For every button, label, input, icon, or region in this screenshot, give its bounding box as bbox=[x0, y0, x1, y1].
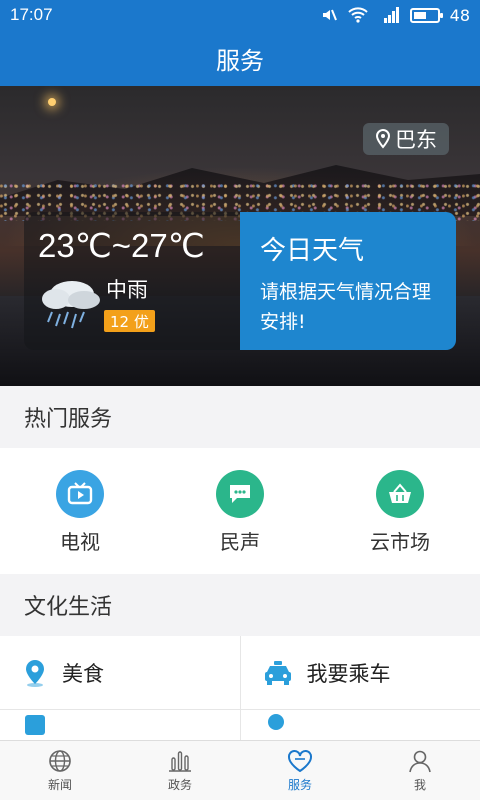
location-name: 巴东 bbox=[395, 128, 437, 152]
taxi-icon bbox=[264, 660, 291, 685]
service-cloud-market[interactable]: 云市场 bbox=[320, 448, 480, 574]
culture-item-label: 美食 bbox=[62, 661, 104, 686]
nav-services[interactable]: 服务 bbox=[240, 741, 360, 800]
section-title: 热门服务 bbox=[24, 407, 113, 432]
page-title: 服务 bbox=[216, 46, 264, 75]
partial-icon bbox=[25, 715, 45, 735]
mute-icon bbox=[322, 9, 337, 21]
weather-banner[interactable]: 巴东 23℃~27℃ 中雨 12 优 今日天气 请根据天气情况合理安排! bbox=[0, 86, 480, 386]
culture-header: 文化生活 bbox=[0, 574, 480, 636]
nav-me[interactable]: 我 bbox=[360, 741, 480, 800]
nav-news[interactable]: 新闻 bbox=[0, 741, 120, 800]
moon bbox=[48, 98, 56, 106]
battery-percent: 48 bbox=[449, 5, 470, 25]
nav-label: 服务 bbox=[287, 778, 312, 792]
weather-condition: 中雨 bbox=[106, 278, 148, 302]
status-icons: 48 bbox=[320, 6, 470, 25]
status-time: 17:07 bbox=[10, 5, 53, 24]
culture-item-hidden-right[interactable] bbox=[239, 710, 480, 740]
culture-item-ride[interactable]: 我要乘车 bbox=[239, 636, 480, 709]
heart-icon bbox=[288, 750, 312, 773]
culture-grid: 美食 我要乘车 bbox=[0, 636, 480, 740]
hot-services-header: 热门服务 bbox=[0, 386, 480, 448]
status-bar: 17:07 48 bbox=[0, 0, 480, 30]
signal-icon bbox=[383, 7, 399, 23]
today-weather-panel: 今日天气 请根据天气情况合理安排! bbox=[240, 212, 456, 350]
culture-item-hidden-left[interactable] bbox=[0, 710, 240, 740]
person-icon bbox=[409, 750, 431, 773]
today-weather-title: 今日天气 bbox=[260, 236, 365, 266]
rain-cloud-icon bbox=[42, 281, 100, 329]
page-header: 服务 bbox=[0, 30, 480, 86]
service-label: 电视 bbox=[60, 530, 100, 554]
nav-label: 新闻 bbox=[47, 778, 72, 792]
service-label: 民声 bbox=[220, 530, 260, 554]
hot-services-panel: 电视 民声 云市场 bbox=[0, 448, 480, 574]
section-title: 文化生活 bbox=[24, 595, 113, 620]
bar-chart-icon bbox=[169, 751, 191, 772]
basket-icon bbox=[376, 470, 424, 518]
weather-summary: 23℃~27℃ 中雨 12 优 bbox=[24, 212, 240, 350]
wifi-icon bbox=[347, 7, 368, 23]
aqi-badge: 12 优 bbox=[104, 310, 155, 332]
bottom-nav: 新闻 政务 服务 我 bbox=[0, 740, 480, 800]
tv-icon bbox=[56, 470, 104, 518]
partial-icon bbox=[267, 714, 284, 730]
location-pin-icon bbox=[375, 129, 391, 149]
battery-icon bbox=[409, 7, 443, 23]
location-tag[interactable]: 巴东 bbox=[363, 123, 449, 155]
globe-icon bbox=[49, 750, 71, 772]
service-voice[interactable]: 民声 bbox=[160, 448, 320, 574]
nav-label: 政务 bbox=[167, 778, 192, 792]
chat-icon bbox=[216, 470, 264, 518]
service-tv[interactable]: 电视 bbox=[0, 448, 160, 574]
nav-government[interactable]: 政务 bbox=[120, 741, 240, 800]
culture-item-food[interactable]: 美食 bbox=[0, 636, 240, 709]
nav-label: 我 bbox=[413, 778, 426, 792]
temperature-range: 23℃~27℃ bbox=[38, 227, 205, 264]
culture-row: 美食 我要乘车 bbox=[0, 636, 480, 710]
culture-row-partial bbox=[0, 710, 480, 740]
location-pin-icon bbox=[26, 659, 44, 687]
weather-advice: 请根据天气情况合理安排! bbox=[260, 281, 432, 333]
culture-item-label: 我要乘车 bbox=[306, 661, 391, 686]
weather-card[interactable]: 23℃~27℃ 中雨 12 优 今日天气 请根据天气情况合理安排! bbox=[24, 212, 456, 350]
service-label: 云市场 bbox=[370, 530, 430, 554]
